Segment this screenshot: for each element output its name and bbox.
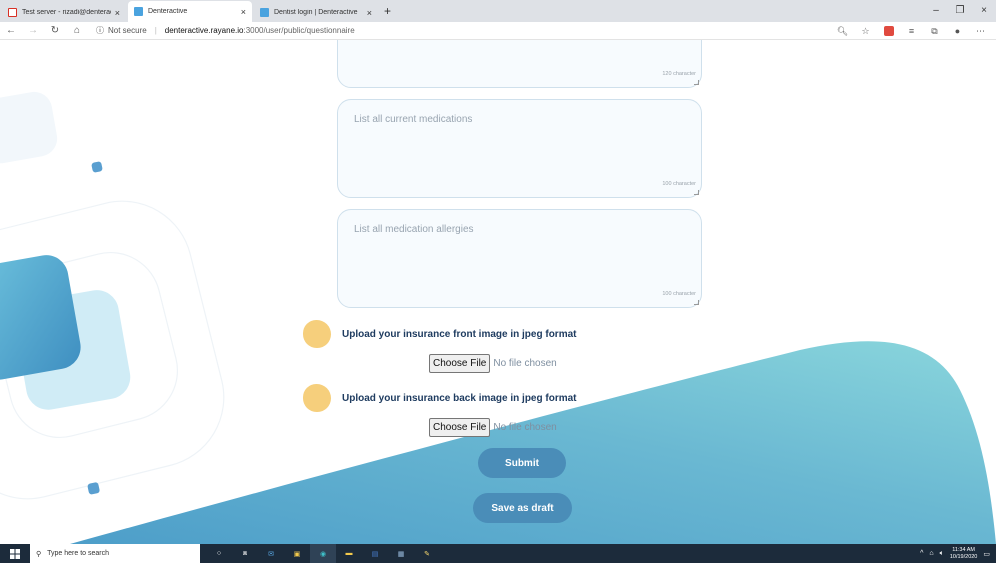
character-counter: 100 character [662, 291, 696, 297]
system-tray: ^ ⌂ 🔈︎ 11:34 AM 10/19/2020 ▭ [920, 544, 996, 563]
close-tab-icon[interactable]: × [241, 7, 246, 17]
notepad-icon[interactable]: ✎ [414, 544, 440, 563]
browser-tab-strip: Test server - rizadi@denteractive × Dent… [0, 0, 996, 22]
solid-square [0, 255, 81, 380]
address-bar: ← → ↻ ⌂ ⓘ Not secure | denteractive.raya… [0, 22, 996, 40]
zoom-icon[interactable]: 🔍︎ [831, 26, 854, 37]
textarea-placeholder: List all current medications [354, 114, 473, 125]
gmail-icon [8, 8, 17, 17]
upload-front-label: Upload your insurance front image in jpe… [342, 329, 577, 340]
new-tab-button[interactable]: + [384, 3, 391, 22]
questionnaire-page: 120 character List all current medicatio… [0, 40, 996, 544]
security-label: Not secure [108, 26, 147, 35]
tab-denteractive[interactable]: Denteractive × [128, 1, 252, 22]
close-tab-icon[interactable]: × [115, 8, 120, 18]
task-view-icon[interactable]: ⧈ [232, 544, 258, 563]
upload-front-file-input: Choose File No file chosen [429, 354, 557, 373]
url-field[interactable]: ⓘ Not secure | denteractive.rayane.io:30… [96, 25, 355, 36]
extension-icon[interactable] [877, 26, 900, 37]
url-path: :3000/user/public/questionnaire [243, 26, 355, 35]
textarea-placeholder: List all medication allergies [354, 224, 474, 235]
search-placeholder: Type here to search [47, 550, 110, 557]
tab-title: Test server - rizadi@denteractive [22, 9, 111, 16]
character-counter: 120 character [662, 71, 696, 77]
small-dot-top [91, 161, 103, 173]
choose-file-front-button[interactable]: Choose File [429, 354, 491, 373]
close-tab-icon[interactable]: × [367, 8, 372, 18]
yellow-blob-decoration [303, 320, 331, 348]
edge-browser-icon[interactable]: ◉ [310, 544, 336, 563]
save-draft-button[interactable]: Save as draft [473, 493, 572, 523]
date: 10/19/2020 [949, 553, 978, 560]
time: 11:34 AM [952, 546, 976, 553]
windows-logo-icon [10, 548, 20, 559]
word-icon[interactable]: ▤ [362, 544, 388, 563]
medication-allergies-textarea[interactable]: List all medication allergies 100 charac… [337, 209, 702, 308]
file-status: No file chosen [493, 358, 557, 369]
more-menu-icon[interactable]: ⋯ [969, 26, 992, 37]
photos-icon[interactable]: ▦ [388, 544, 414, 563]
network-icon[interactable]: ⌂ [929, 550, 933, 557]
url-host: denteractive.rayane.io [164, 26, 244, 35]
favorite-star-icon[interactable]: ☆ [854, 26, 877, 37]
mail-icon[interactable]: ✉ [258, 544, 284, 563]
home-icon[interactable]: ⌂ [66, 25, 88, 36]
favorites-icon[interactable]: ≡ [900, 26, 923, 36]
resize-handle-icon[interactable] [694, 190, 699, 195]
back-arrow-icon[interactable]: ← [0, 25, 22, 36]
windows-start-icon[interactable] [0, 544, 30, 563]
submit-button[interactable]: Submit [478, 448, 566, 478]
notification-icon[interactable]: ▭ [983, 550, 990, 558]
browser-toolbar: 🔍︎ ☆ ≡ ⧉ ● ⋯ [831, 22, 992, 40]
upload-back-file-input: Choose File No file chosen [429, 418, 557, 437]
denteractive-favicon-icon [260, 8, 269, 17]
resize-handle-icon[interactable] [694, 80, 699, 85]
profile-avatar-icon[interactable]: ● [946, 26, 969, 36]
textarea-previous-field[interactable]: 120 character [337, 40, 702, 88]
cortana-icon[interactable]: ○ [206, 544, 232, 563]
collections-icon[interactable]: ⧉ [923, 26, 946, 37]
refresh-icon[interactable]: ↻ [44, 25, 66, 36]
volume-icon[interactable]: 🔈︎ [940, 550, 944, 558]
tab-dentist-login[interactable]: Dentist login | Denteractive × [254, 3, 378, 22]
restore-button[interactable]: ❐ [948, 0, 972, 22]
info-icon: ⓘ [96, 26, 104, 35]
faint-square [0, 91, 58, 164]
forward-arrow-icon[interactable]: → [22, 25, 44, 36]
search-icon: ⚲ [36, 550, 42, 558]
file-status: No file chosen [493, 422, 557, 433]
close-window-button[interactable]: × [972, 0, 996, 22]
upload-back-label: Upload your insurance back image in jpeg… [342, 393, 577, 404]
choose-file-back-button[interactable]: Choose File [429, 418, 491, 437]
character-counter: 100 character [662, 181, 696, 187]
windows-taskbar: ⚲ Type here to search ○ ⧈ ✉ ▣ ◉ ▬ ▤ ▦ ✎ … [0, 544, 996, 563]
taskbar-search-box[interactable]: ⚲ Type here to search [30, 544, 200, 563]
taskbar-apps: ○ ⧈ ✉ ▣ ◉ ▬ ▤ ▦ ✎ [206, 544, 440, 563]
screen: Test server - rizadi@denteractive × Dent… [0, 0, 996, 563]
store-icon[interactable]: ▣ [284, 544, 310, 563]
window-controls: – ❐ × [924, 0, 996, 22]
tab-gmail[interactable]: Test server - rizadi@denteractive × [2, 3, 126, 22]
denteractive-favicon-icon [134, 7, 143, 16]
tab-title: Denteractive [148, 8, 188, 15]
yellow-blob-decoration [303, 384, 331, 412]
url-separator: | [154, 26, 157, 35]
minimize-button[interactable]: – [924, 0, 948, 22]
clock[interactable]: 11:34 AM 10/19/2020 [950, 547, 978, 561]
file-explorer-icon[interactable]: ▬ [336, 544, 362, 563]
tab-title: Dentist login | Denteractive [274, 9, 358, 16]
chevron-up-icon[interactable]: ^ [920, 550, 923, 557]
current-medications-textarea[interactable]: List all current medications 100 charact… [337, 99, 702, 198]
resize-handle-icon[interactable] [694, 300, 699, 305]
